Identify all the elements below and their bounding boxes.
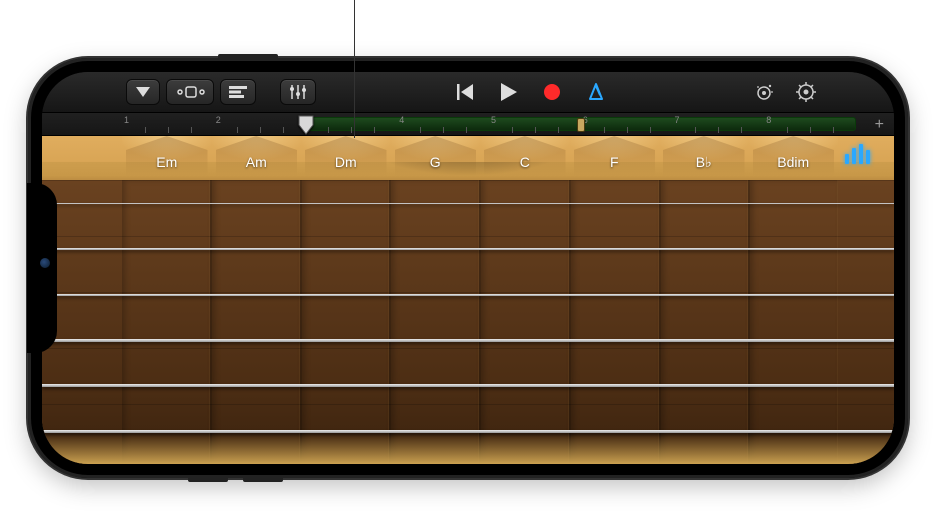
chord-label: Bdim (777, 146, 809, 170)
play-button[interactable] (491, 79, 527, 105)
ruler-tick (741, 127, 742, 133)
metronome-button[interactable] (577, 79, 615, 105)
ruler-tick (604, 127, 605, 133)
instrument-nav-button[interactable] (166, 79, 214, 105)
ruler-tick (420, 127, 421, 133)
tracks-view-button[interactable] (220, 79, 256, 105)
ruler-tick (260, 127, 261, 133)
autoplay-button[interactable] (842, 142, 872, 164)
ruler-tick (810, 127, 811, 133)
fx-button[interactable] (280, 79, 316, 105)
bar-number: 5 (491, 115, 496, 125)
chord-tab[interactable]: Am (212, 136, 302, 180)
chord-strip: Em Am Dm G C F B♭ Bdim (122, 136, 838, 180)
ruler-tick (787, 127, 788, 133)
chord-label: C (520, 146, 530, 170)
phone-frame: 12345678 + EmAmDmGCFB♭Bdim (28, 58, 908, 478)
playhead[interactable] (298, 115, 314, 135)
chord-tab[interactable]: Bdim (749, 136, 839, 180)
chord-columns (122, 180, 838, 464)
ruler-tick (237, 127, 238, 133)
loop-handle[interactable] (578, 119, 584, 131)
bar-number: 8 (766, 115, 771, 125)
ruler-tick (145, 127, 146, 133)
add-section-button[interactable]: + (875, 116, 884, 134)
touch-instrument: Em Am Dm G C F B♭ Bdim (42, 136, 894, 464)
chord-column[interactable] (210, 180, 300, 464)
chord-label: Am (246, 146, 267, 170)
chord-tab[interactable]: B♭ (659, 136, 749, 180)
app-screen: 12345678 + EmAmDmGCFB♭Bdim (42, 72, 894, 464)
ruler-tick (650, 127, 651, 133)
chord-label: Em (156, 146, 177, 170)
ruler-tick (695, 127, 696, 133)
ruler-tick (718, 127, 719, 133)
ruler-tick (351, 127, 352, 133)
chord-tab[interactable]: Em (122, 136, 212, 180)
chord-tab[interactable]: Dm (301, 136, 391, 180)
chord-label: F (610, 146, 619, 170)
chord-column[interactable] (569, 180, 659, 464)
ruler-tick (558, 127, 559, 133)
master-effects-button[interactable] (746, 79, 782, 105)
chord-tab[interactable]: C (480, 136, 570, 180)
ruler-tick (833, 127, 834, 133)
front-camera (40, 258, 50, 268)
ruler-tick (627, 127, 628, 133)
bar-number: 1 (124, 115, 129, 125)
chord-label: B♭ (696, 146, 712, 171)
ruler-tick (168, 127, 169, 133)
ruler-tick (466, 127, 467, 133)
chord-tab[interactable]: F (570, 136, 660, 180)
ruler-tick (374, 127, 375, 133)
bar-number: 7 (675, 115, 680, 125)
chord-tab[interactable]: G (391, 136, 481, 180)
settings-button[interactable] (788, 78, 824, 106)
bar-number: 2 (216, 115, 221, 125)
callout-line (354, 0, 355, 138)
ruler-tick (535, 127, 536, 133)
chord-column[interactable] (659, 180, 749, 464)
ruler-tick (191, 127, 192, 133)
ruler-tick (283, 127, 284, 133)
ruler[interactable]: 12345678 + (42, 112, 894, 136)
chord-label: Dm (335, 146, 357, 170)
ruler-track[interactable]: 12345678 (122, 113, 856, 135)
chord-column[interactable] (122, 180, 210, 464)
phone-notch (27, 183, 57, 353)
browser-button[interactable] (126, 79, 160, 105)
bar-number: 4 (399, 115, 404, 125)
chord-label: G (430, 146, 441, 170)
chord-column[interactable] (300, 180, 390, 464)
chord-column[interactable] (748, 180, 838, 464)
ruler-tick (328, 127, 329, 133)
go-to-beginning-button[interactable] (447, 80, 485, 104)
chord-column[interactable] (389, 180, 479, 464)
control-bar (42, 72, 894, 112)
fretboard (42, 180, 894, 464)
ruler-tick (443, 127, 444, 133)
ruler-tick (512, 127, 513, 133)
record-button[interactable] (533, 79, 571, 105)
chord-column[interactable] (479, 180, 569, 464)
